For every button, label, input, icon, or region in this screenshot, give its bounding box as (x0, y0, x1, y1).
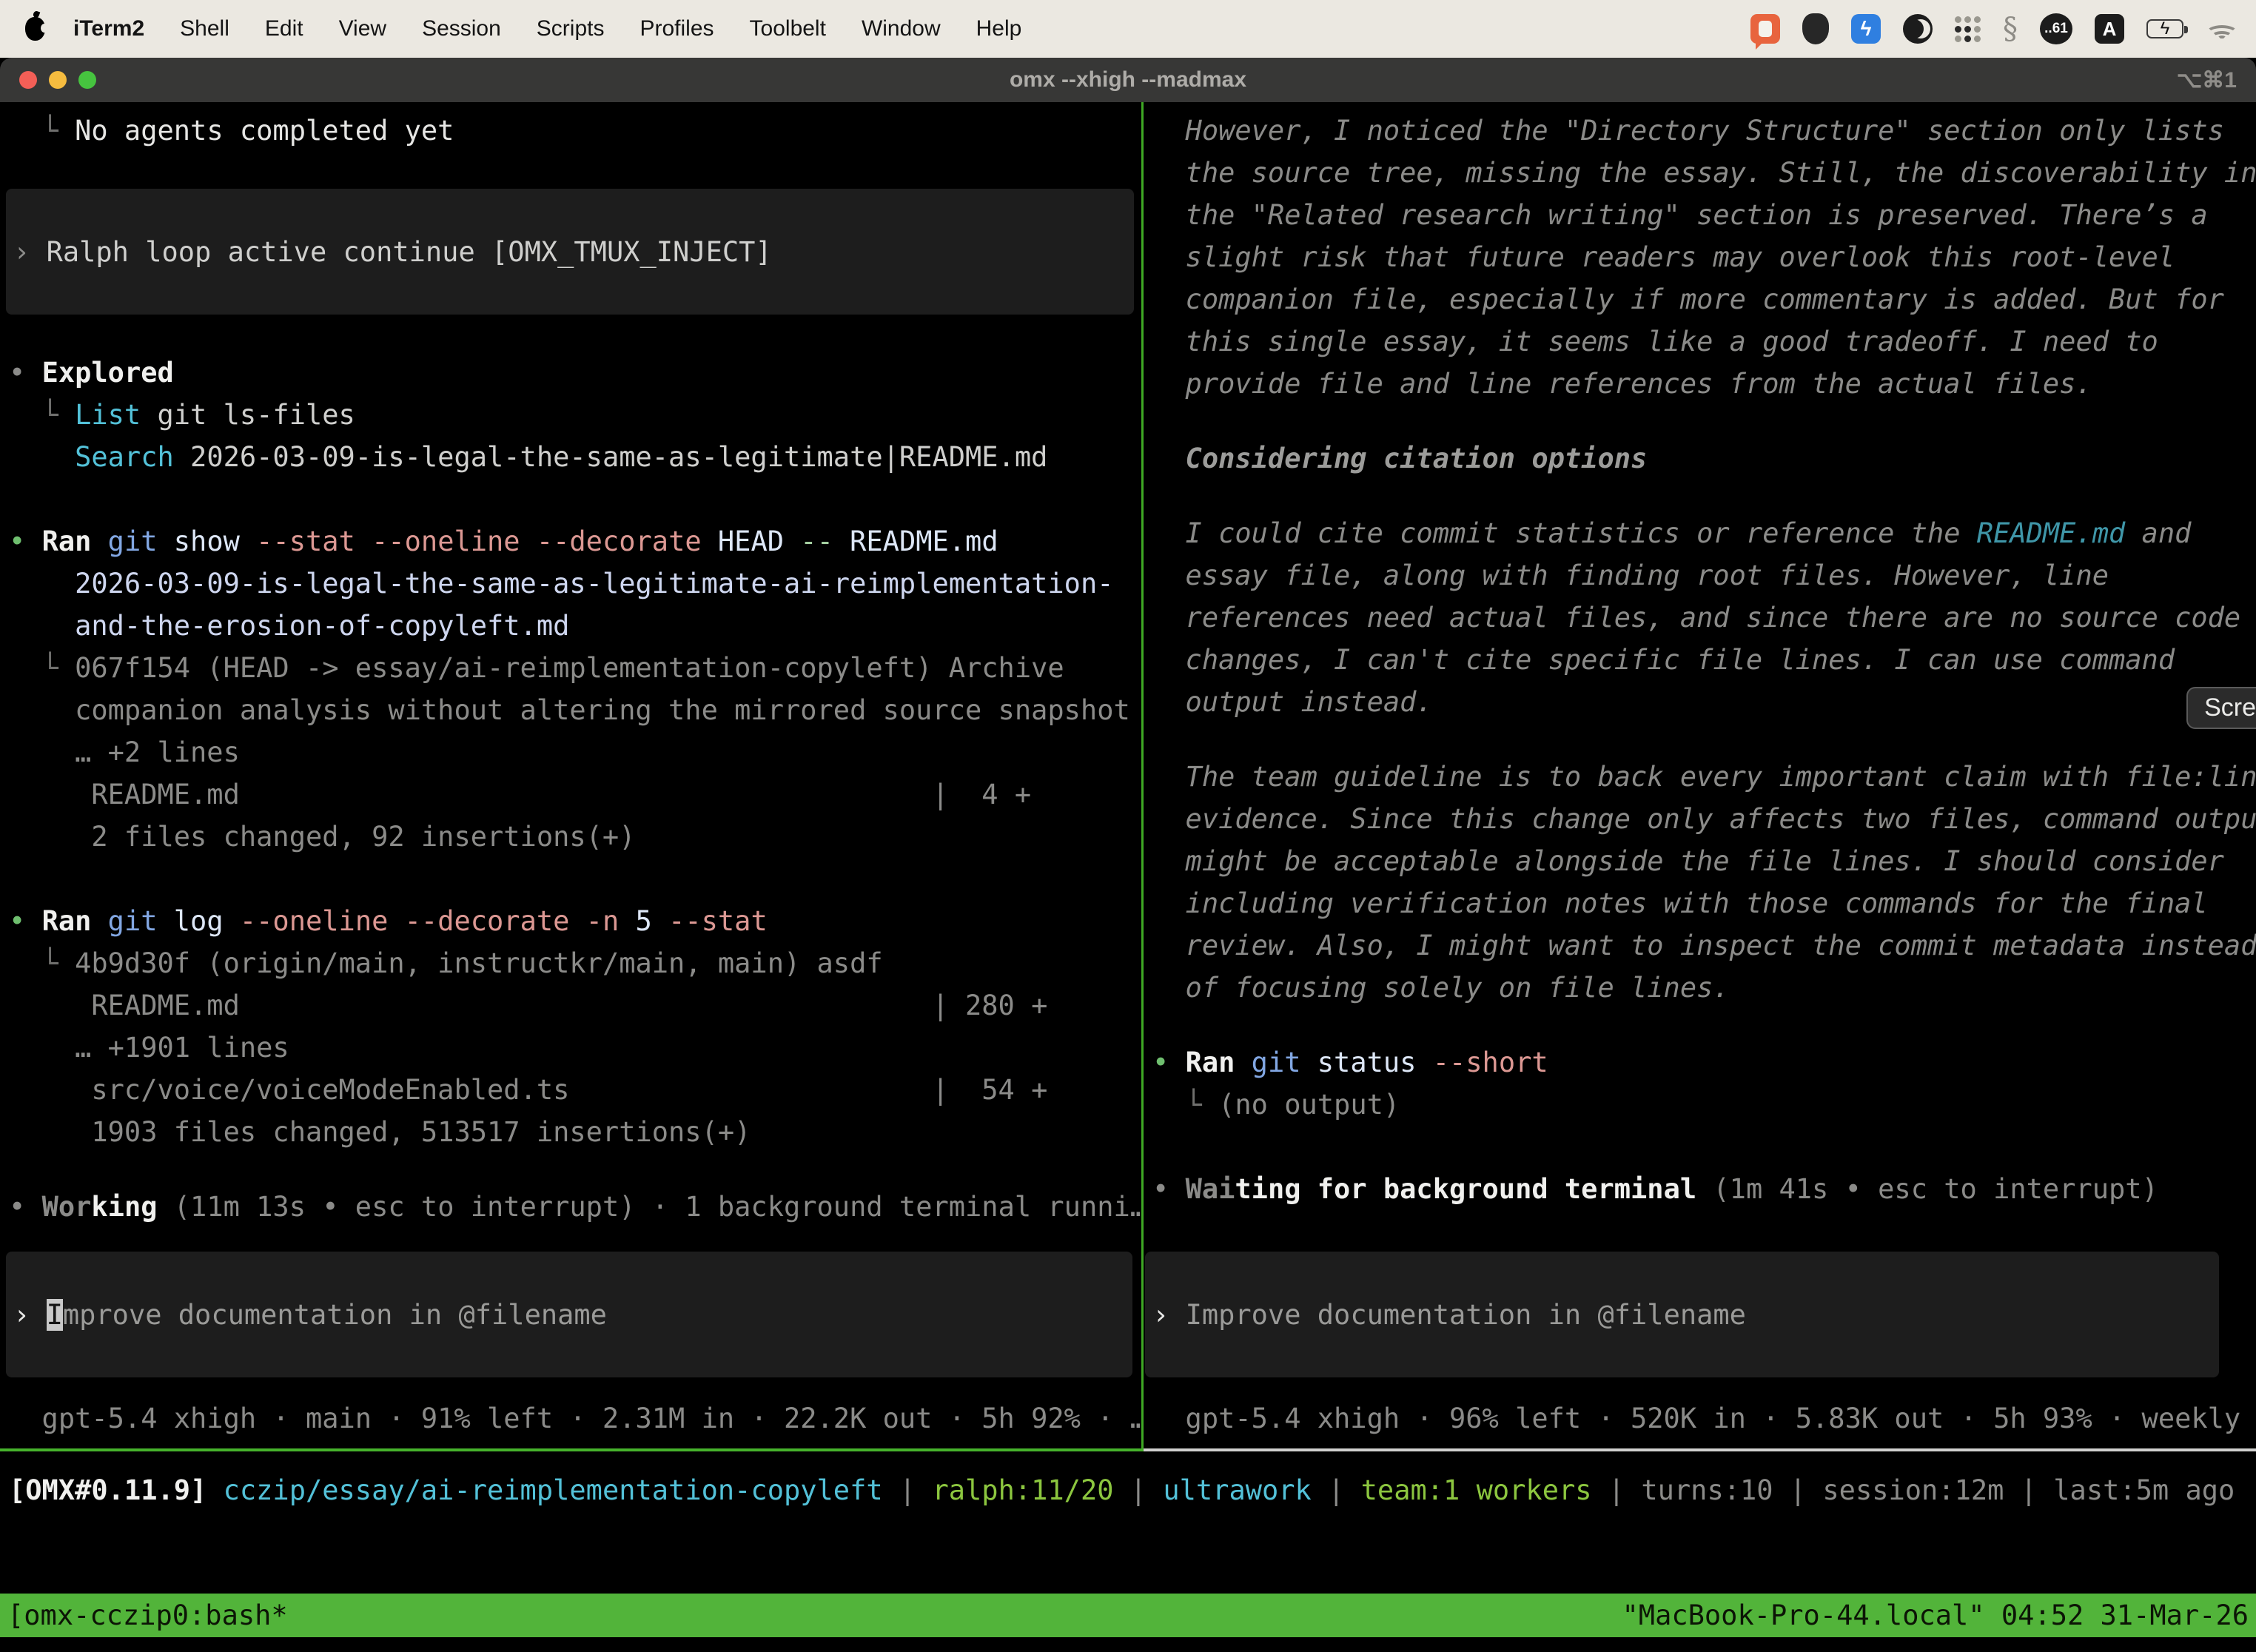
term-line: slight risk that future readers may over… (1152, 236, 2256, 278)
command-line: • Ran git show --stat --oneline --decora… (9, 520, 1141, 563)
term-line (1152, 1126, 2256, 1168)
menu-window[interactable]: Window (844, 16, 959, 41)
working-status-line: • Working (11m 13s • esc to interrupt) ·… (9, 1186, 1141, 1228)
dots-grid-icon[interactable] (1955, 16, 1981, 42)
menu-iterm2[interactable]: iTerm2 (56, 16, 162, 41)
menu-session[interactable]: Session (404, 16, 519, 41)
menu-profiles[interactable]: Profiles (622, 16, 731, 41)
a-badge-icon[interactable]: A (2095, 14, 2124, 44)
waiting-status-line: • Waiting for background terminal (1m 41… (1152, 1168, 2256, 1210)
term-line: changes, I can't cite specific file line… (1152, 639, 2256, 681)
term-line: evidence. Since this change only affects… (1152, 798, 2256, 840)
term-line: src/voice/voiceModeEnabled.ts | 54 + (9, 1069, 1141, 1111)
menu-edit[interactable]: Edit (247, 16, 321, 41)
term-line: the source tree, missing the essay. Stil… (1152, 152, 2256, 194)
term-line: I could cite commit statistics or refere… (1152, 512, 2256, 554)
screen-share-overlay[interactable]: Scre (2186, 687, 2256, 729)
term-line: … +2 lines (9, 731, 1141, 773)
tmux-session-label[interactable]: [omx-cczip0:bash* (7, 1599, 288, 1631)
term-line: The team guideline is to back every impo… (1152, 756, 2256, 798)
term-line (9, 478, 1141, 520)
term-line: provide file and line references from th… (1152, 363, 2256, 405)
term-line (1152, 1009, 2256, 1041)
term-line (9, 858, 1141, 900)
term-line: companion analysis without altering the … (9, 689, 1141, 731)
term-line: 2 files changed, 92 insertions(+) (9, 816, 1141, 858)
menu-view[interactable]: View (321, 16, 404, 41)
omx-status-strip: [OMX#0.11.9] cczip/essay/ai-reimplementa… (0, 1451, 2256, 1594)
term-line: including verification notes with those … (1152, 882, 2256, 924)
term-line: references need actual files, and since … (1152, 597, 2256, 639)
prompt-input-line: › Improve documentation in @filename (13, 1294, 607, 1336)
terminal-content: └ No agents completed yet › Ralph loop a… (0, 102, 2256, 1652)
term-line: the "Related research writing" section i… (1152, 194, 2256, 236)
term-line (1152, 405, 2256, 437)
term-line: this single essay, it seems like a good … (1152, 320, 2256, 363)
screen-share-label: Scre (2204, 694, 2256, 722)
menu-toolbelt[interactable]: Toolbelt (732, 16, 844, 41)
term-line: README.md | 4 + (9, 773, 1141, 816)
menu-help[interactable]: Help (959, 16, 1040, 41)
omx-status-line: [OMX#0.11.9] cczip/essay/ai-reimplementa… (9, 1469, 2256, 1511)
term-line: Search 2026-03-09-is-legal-the-same-as-l… (9, 436, 1141, 478)
model-status-line: gpt-5.4 xhigh · 96% left · 520K in · 5.8… (1152, 1397, 2256, 1440)
menu-scripts[interactable]: Scripts (519, 16, 622, 41)
term-line: 1903 files changed, 513517 insertions(+) (9, 1111, 1141, 1153)
ralph-loop-line: › Ralph loop active continue [OMX_TMUX_I… (13, 231, 772, 273)
shield-grid-icon[interactable] (1802, 13, 1829, 44)
term-line: However, I noticed the "Directory Struct… (1152, 110, 2256, 152)
command-line: • Ran git log --oneline --decorate -n 5 … (9, 900, 1141, 942)
explored-header: • Explored (9, 352, 1141, 394)
term-line (1152, 723, 2256, 756)
ralph-loop-box: › Ralph loop active continue [OMX_TMUX_I… (6, 189, 1134, 315)
term-line: └ 067f154 (HEAD -> essay/ai-reimplementa… (9, 647, 1141, 689)
window-title: omx --xhigh --madmax (0, 67, 2256, 93)
term-line: might be acceptable alongside the file l… (1152, 840, 2256, 882)
term-line (9, 1153, 1141, 1186)
term-line: 2026-03-09-is-legal-the-same-as-legitima… (9, 563, 1141, 605)
squiggle-icon[interactable]: § (2003, 12, 2018, 46)
term-line: └ No agents completed yet (9, 110, 1141, 152)
term-line: … +1901 lines (9, 1027, 1141, 1069)
prompt-input-line: › Improve documentation in @filename (1152, 1294, 1746, 1336)
tmux-status-bar: [omx-cczip0:bash* "MacBook-Pro-44.local"… (0, 1594, 2256, 1637)
screen-record-icon[interactable] (1750, 14, 1780, 44)
menu-shell[interactable]: Shell (162, 16, 247, 41)
left-prompt-cluster: › Improve documentation in @filename gpt… (0, 1252, 1141, 1448)
macos-menu-bar: iTerm2 Shell Edit View Session Scripts P… (0, 0, 2256, 58)
term-line: of focusing solely on file lines. (1152, 967, 2256, 1009)
term-line: README.md | 280 + (9, 984, 1141, 1027)
term-line: essay file, along with finding root file… (1152, 554, 2256, 597)
term-line: and-the-erosion-of-copyleft.md (9, 605, 1141, 647)
window-title-bar: omx --xhigh --madmax ⌥⌘1 (0, 58, 2256, 102)
term-line: └ 4b9d30f (origin/main, instructkr/main,… (9, 942, 1141, 984)
term-line: companion file, especially if more comme… (1152, 278, 2256, 320)
left-terminal-pane[interactable]: └ No agents completed yet › Ralph loop a… (0, 102, 1144, 1451)
wifi-icon[interactable] (2206, 16, 2238, 41)
thinking-heading: Considering citation options (1152, 437, 2256, 480)
term-line: └ List git ls-files (9, 394, 1141, 436)
percent-badge-icon[interactable]: ..61 (2040, 13, 2072, 44)
prompt-input-box[interactable]: › Improve documentation in @filename (6, 1252, 1132, 1377)
right-prompt-cluster: › Improve documentation in @filename gpt… (1144, 1252, 2256, 1448)
right-terminal-pane[interactable]: However, I noticed the "Directory Struct… (1144, 102, 2256, 1451)
term-line: output instead. (1152, 681, 2256, 723)
crescent-app-icon[interactable] (1903, 14, 1933, 44)
battery-icon[interactable]: ϟ (2146, 19, 2183, 38)
term-line: └ (no output) (1152, 1084, 2256, 1126)
command-line: • Ran git status --short (1152, 1041, 2256, 1084)
term-line: review. Also, I might want to inspect th… (1152, 924, 2256, 967)
tmux-host-clock: "MacBook-Pro-44.local" 04:52 31-Mar-26 (1622, 1599, 2249, 1631)
menubar-status-icons: ϟ § ..61 A ϟ (1750, 12, 2238, 46)
prompt-input-box[interactable]: › Improve documentation in @filename (1145, 1252, 2219, 1377)
apple-menu-icon[interactable] (25, 17, 45, 41)
lightning-app-icon[interactable]: ϟ (1851, 14, 1881, 44)
term-line (1152, 480, 2256, 512)
model-status-line: gpt-5.4 xhigh · main · 91% left · 2.31M … (9, 1397, 1141, 1440)
